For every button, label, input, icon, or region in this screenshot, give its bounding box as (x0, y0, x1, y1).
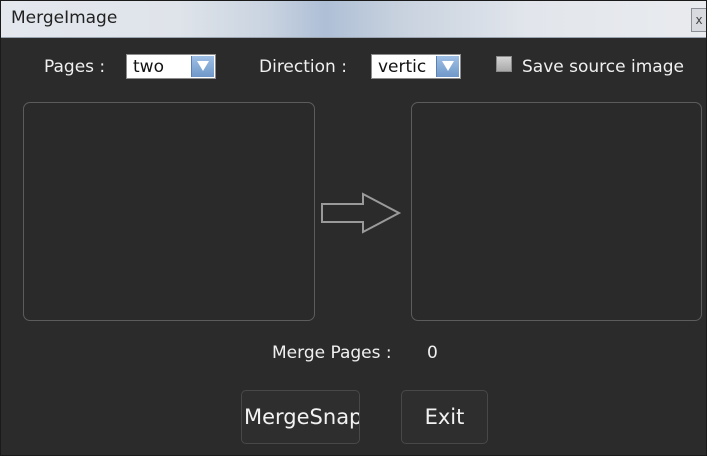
right-arrow-icon (321, 192, 402, 234)
chevron-down-icon[interactable] (191, 56, 214, 77)
pages-label: Pages : (44, 57, 106, 77)
merged-image-panel (411, 102, 702, 321)
direction-select-value: vertic (378, 57, 427, 77)
close-icon: x (695, 13, 703, 27)
merge-pages-label: Merge Pages : (272, 343, 392, 363)
window-title: MergeImage (11, 8, 118, 28)
close-button[interactable]: x (691, 8, 706, 32)
direction-select[interactable]: vertic (371, 54, 461, 79)
exit-button[interactable]: Exit (401, 390, 488, 444)
merge-snap-button[interactable]: MergeSnap (241, 390, 360, 444)
merge-image-window: MergeImage x Pages : two Direction : ver… (0, 0, 707, 456)
merge-pages-count: 0 (427, 343, 438, 363)
save-source-checkbox[interactable] (496, 56, 512, 72)
chevron-down-icon[interactable] (436, 56, 459, 77)
pages-select[interactable]: two (126, 54, 216, 79)
title-bar[interactable]: MergeImage x (1, 1, 706, 38)
pages-select-value: two (133, 57, 164, 77)
save-source-label[interactable]: Save source image (522, 57, 684, 77)
direction-label: Direction : (259, 57, 347, 77)
source-image-panel (23, 102, 315, 321)
